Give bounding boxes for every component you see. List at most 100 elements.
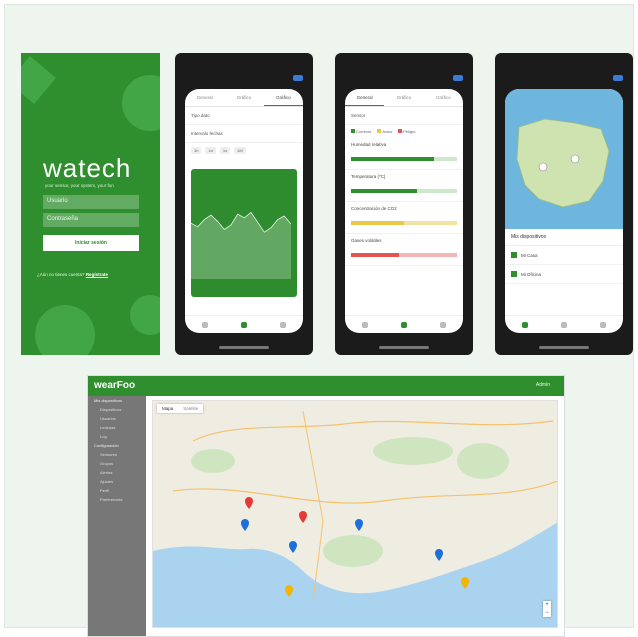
map-type-tabs: Mapa Satélite [157,404,204,413]
password-field[interactable]: Contraseña [43,213,139,227]
chart-area [190,211,292,279]
web-dashboard: wearFoo Admin Mis dispositivos Dispositiv… [87,375,565,637]
legend-swatch [398,129,403,133]
register-prompt: ¿Aún no tienes cuenta? Regístrate [37,272,108,277]
web-map[interactable]: Mapa Satélite + − [152,400,558,628]
green-area [191,449,235,473]
device-item[interactable]: Mi Oficina [505,265,623,284]
sensor-row[interactable]: Gases volátiles [345,234,463,266]
date-range-select[interactable]: Intervalo fechas [185,125,303,143]
legend-warn-label: Aviso [382,129,393,134]
sensor-label: Humedad relativa [351,142,387,147]
tab-chart-active[interactable]: Gráfico [263,89,303,106]
zoom-control[interactable]: + − [543,601,551,617]
phone-sensors: General Gráfico Gráfico Sensor Correcto … [335,53,473,355]
spain-map [516,118,610,208]
sidebar-item[interactable]: Log [88,432,146,441]
sensor-chart [190,169,297,297]
tab-general[interactable]: General [345,89,385,106]
map-screen: Mis dispositivos Mi Casa Mi Oficina [505,89,623,333]
green-area [457,443,509,479]
tab-satellite[interactable]: Satélite [178,404,203,413]
data-type-select[interactable]: Tipo dato [185,107,303,125]
home-indicator [539,346,589,349]
sidebar-item[interactable]: Usuarios [88,414,146,423]
brand-logo: watech [43,153,132,183]
tab-icon-devices[interactable] [560,321,567,328]
chart-screen: General Gráfico Gráfico Tipo dato Interv… [185,89,303,333]
phone-chart: General Gráfico Gráfico Tipo dato Interv… [175,53,313,355]
legend-swatch [377,129,382,133]
legend-danger-label: Peligro [403,129,416,134]
tab-icon-home[interactable] [521,321,528,328]
screenshot-frame: watech your sensor, your system, your fu… [4,4,634,637]
sidebar-item[interactable]: Alertas [88,468,146,477]
devices-map[interactable] [505,89,623,229]
sensor-level-fill [351,221,404,225]
andalusia-map [153,401,557,627]
sidebar-item[interactable]: Mis dispositivos [88,396,146,405]
location-marker[interactable] [538,162,548,172]
user-menu[interactable]: Admin [536,382,550,388]
sensor-row[interactable]: Concentración de CO2 [345,202,463,234]
device-name: Mi Casa [521,252,538,258]
device-item[interactable]: Mi Casa [505,246,623,265]
sensor-level-bar [351,221,457,225]
sensor-level-fill [351,189,417,193]
devices-panel: Mis dispositivos Mi Casa Mi Oficina [505,229,623,315]
location-marker[interactable] [570,154,580,164]
sensor-level-bar [351,157,457,161]
sensor-level-fill [351,253,399,257]
sensor-label: Gases volátiles [351,238,382,243]
username-field[interactable]: Usuario [43,195,139,209]
sidebar-item[interactable]: Configuración [88,441,146,450]
login-screen: watech your sensor, your system, your fu… [21,53,160,355]
range-1m[interactable]: 1M [234,147,246,154]
tab-chart-2[interactable]: Gráfico [424,89,463,106]
tab-icon-home[interactable] [361,321,368,328]
range-1d[interactable]: 1d [205,147,216,154]
sensor-row[interactable]: Humedad relativa [345,138,463,170]
tab-icon-devices[interactable] [240,321,247,328]
sidebar-item[interactable]: Lecturas [88,423,146,432]
legend-swatch [351,129,355,133]
tab-icon-profile[interactable] [440,321,447,328]
tab-chart[interactable]: Gráfico [384,89,423,106]
tab-icon-profile[interactable] [280,321,287,328]
tab-icon-profile[interactable] [600,321,607,328]
range-1s[interactable]: 1s [219,147,231,154]
device-name: Sensor [345,107,463,125]
tab-map[interactable]: Mapa [157,404,178,413]
tab-chart[interactable]: Gráfico [224,89,263,106]
range-1h[interactable]: 1h [191,147,202,154]
device-name: Mi Oficina [521,271,542,277]
edit-button[interactable] [293,75,303,81]
sidebar-item[interactable]: Preferencias [88,495,146,504]
device-icon [511,271,517,277]
land-shape [516,118,610,208]
add-button[interactable] [613,75,623,81]
sidebar-item[interactable]: Ajustes [88,477,146,486]
legend-ok-label: Correcto [356,129,372,134]
tab-general[interactable]: General [185,89,224,106]
devices-title: Mis dispositivos [505,229,623,246]
sidebar-item[interactable]: Dispositivos [88,405,146,414]
sensor-level-fill [351,157,434,161]
sidebar-item[interactable]: Grupos [88,459,146,468]
sidebar-item[interactable]: Perfil [88,486,146,495]
sensor-label: Concentración de CO2 [351,206,397,211]
sidebar-item[interactable]: Sensores [88,450,146,459]
detail-tabs: General Gráfico Gráfico [185,89,303,107]
edit-button[interactable] [453,75,463,81]
tab-icon-devices[interactable] [400,321,407,328]
web-logo: wearFoo [94,380,136,391]
tab-icon-home[interactable] [201,321,208,328]
decorative-shape [130,295,160,335]
sensor-row[interactable]: Temperatura (ºC) [345,170,463,202]
sensor-level-bar [351,253,457,257]
green-area [323,535,383,567]
legend-warn: Aviso [377,129,392,134]
login-button[interactable]: Iniciar sesión [43,235,139,251]
legend-ok: Correcto [351,129,371,134]
register-link[interactable]: Regístrate [86,272,108,277]
